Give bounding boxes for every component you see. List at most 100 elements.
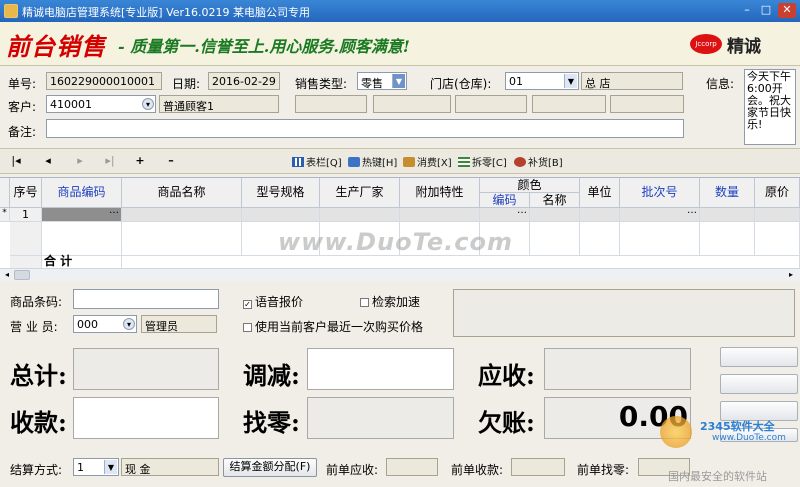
extra-field-2 [373,95,451,113]
scroll-right-icon[interactable]: ▸ [786,270,796,280]
col-header-model[interactable]: 型号规格 [242,178,320,208]
split-button[interactable]: 拆零[C] [458,154,507,169]
color-code-cell[interactable]: … [480,205,530,222]
first-record-button[interactable]: |◂ [8,154,24,167]
date-label: 日期: [172,77,201,91]
col-header-product-code[interactable]: 商品编码 [42,178,122,208]
remark-input[interactable] [46,119,684,138]
scroll-thumb[interactable] [14,270,30,280]
col-header-color[interactable]: 颜色 [480,178,580,193]
chevron-down-icon[interactable]: ▼ [104,460,117,474]
salesman-label: 营 业 员: [10,320,58,334]
add-record-button[interactable]: + [132,154,148,167]
manufacturer-cell[interactable] [320,208,400,222]
barcode-input[interactable] [73,289,219,309]
search-speedup-checkbox[interactable]: 检索加速 [360,293,420,310]
banner: 前台销售 - 质量第一.信誉至上.用心服务.顾客满意! Jccorp 精诚 [0,22,800,66]
salesman-name-field: 管理员 [141,315,217,333]
adjust-label: 调减: [243,361,300,390]
checkbox-icon[interactable] [360,298,369,307]
ellipsis-icon[interactable]: … [687,205,697,216]
product-grid[interactable]: 序号 商品编码 商品名称 型号规格 生产厂家 附加特性 颜色 编码 名称 单位 … [0,177,800,270]
customer-label: 客户: [8,100,37,114]
maximize-button[interactable]: □ [757,3,775,18]
sale-type-select[interactable]: 零售 ▼ [357,72,407,90]
col-header-original-price[interactable]: 原价 [755,178,800,208]
scroll-left-icon[interactable]: ◂ [2,270,12,280]
slogan: - 质量第一.信誉至上.用心服务.顾客满意! [118,37,410,56]
col-header-product-name[interactable]: 商品名称 [122,178,242,208]
settle-method-select[interactable]: 1 ▼ [73,458,119,476]
restock-button[interactable]: 补货[B] [514,154,563,169]
minimize-button[interactable]: – [738,3,756,18]
col-header-color-name[interactable]: 名称 [530,193,580,208]
last-record-button[interactable]: ▸| [102,154,118,167]
change-label: 找零: [243,408,300,437]
row-indicator: * [0,208,10,222]
extra-field-5 [610,95,684,113]
watermark-logo-icon [660,416,692,448]
color-name-cell[interactable] [530,208,580,222]
quantity-cell[interactable] [700,208,755,222]
side-action-button-2[interactable] [720,374,798,394]
grid-horizontal-scrollbar[interactable]: ◂ ▸ [0,268,800,281]
hotkey-button[interactable]: 热键[H] [348,154,397,169]
checkbox-icon[interactable] [243,323,252,332]
adjust-input[interactable] [307,348,454,390]
order-no-label: 单号: [8,77,37,91]
ellipsis-icon[interactable]: … [517,205,527,216]
chevron-down-icon[interactable]: ▼ [564,74,577,88]
collect-input[interactable] [73,397,219,439]
chevron-down-icon[interactable]: ▼ [392,74,405,88]
chevron-down-icon[interactable]: ▾ [142,98,154,110]
store-name-field: 总 店 [581,72,683,90]
close-button[interactable]: ✕ [778,3,796,18]
batch-no-cell[interactable]: … [620,205,700,222]
last-price-checkbox[interactable]: 使用当前客户最近一次购买价格 [243,318,423,335]
col-header-quantity[interactable]: 数量 [700,178,755,208]
store-label: 门店(仓库): [430,77,492,91]
order-no-field[interactable]: 160229000010001 [46,72,162,90]
col-header-index[interactable]: 序号 [10,178,42,208]
corp-logo-icon: Jccorp [690,34,722,54]
module-logo: 前台销售 [6,32,106,61]
chevron-down-icon[interactable]: ▾ [123,318,135,330]
col-header-attributes[interactable]: 附加特性 [400,178,480,208]
store-select[interactable]: 01 ▼ [505,72,579,90]
customer-select[interactable]: 410001 ▾ [46,95,156,113]
distribute-amount-button[interactable]: 结算金额分配(F) [223,458,317,477]
watermark-corner-tagline: 国内最安全的软件站 [668,470,767,483]
col-header-unit[interactable]: 单位 [580,178,620,208]
model-cell[interactable] [242,208,320,222]
sale-type-label: 销售类型: [295,77,348,91]
window-title: 精诚电脑店管理系统[专业版] Ver16.0219 某电脑公司专用 [22,6,311,19]
column-settings-button[interactable]: 表栏[Q] [292,154,342,169]
prev-change-label: 前单找零: [577,463,630,477]
voice-price-checkbox[interactable]: ✓ 语音报价 [243,293,303,310]
prev-receivable-value [386,458,438,476]
col-header-manufacturer[interactable]: 生产厂家 [320,178,400,208]
original-price-cell[interactable] [755,208,800,222]
next-record-button[interactable]: ▸ [72,154,88,167]
col-header-batch-no[interactable]: 批次号 [620,178,700,208]
date-field[interactable]: 2016-02-29 [208,72,280,90]
product-name-cell[interactable] [122,208,242,222]
consume-button[interactable]: 消费[X] [403,154,452,169]
prev-receivable-label: 前单应收: [326,463,379,477]
prev-record-button[interactable]: ◂ [40,154,56,167]
ellipsis-icon[interactable]: … [109,205,119,216]
empty-cell [530,222,580,256]
delete-record-button[interactable]: – [163,154,179,167]
customer-name-field: 普通顾客1 [159,95,279,113]
attributes-cell[interactable] [400,208,480,222]
unit-cell[interactable] [580,208,620,222]
extra-field-3 [455,95,527,113]
consume-icon [403,157,415,167]
watermark-corner-title: 2345软件大全 [700,420,775,433]
salesman-select[interactable]: 000 ▾ [73,315,137,333]
product-code-cell[interactable]: … [42,205,122,222]
checkbox-checked-icon[interactable]: ✓ [243,300,252,309]
watermark-text: www.DuoTe.com [278,228,513,256]
debt-label: 欠账: [478,408,535,437]
side-action-button-1[interactable] [720,347,798,367]
